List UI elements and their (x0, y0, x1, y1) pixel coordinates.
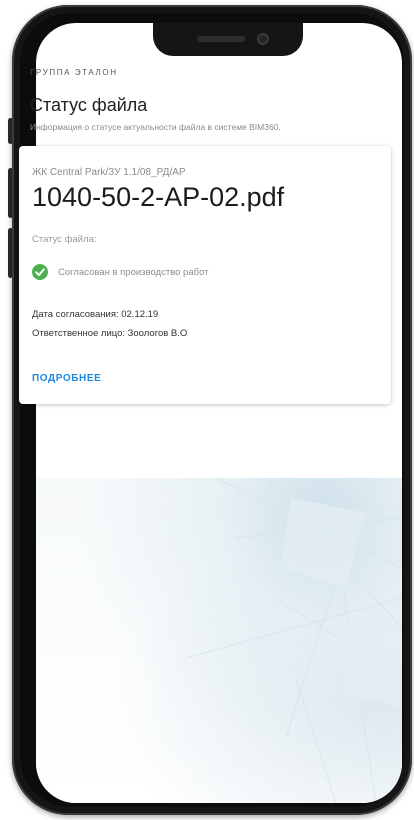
check-circle-icon (32, 264, 48, 280)
page-title: Статус файла (30, 95, 148, 115)
status-label: Статус файла: (32, 234, 97, 245)
notch (153, 23, 303, 56)
project-path: ЖК Central Park/ЗУ 1.1/08_РД/АР (32, 167, 186, 178)
file-status-card: ЖК Central Park/ЗУ 1.1/08_РД/АР 1040-50-… (19, 146, 391, 404)
page-subtitle: Информация о статусе актуальности файла … (30, 122, 281, 132)
group-label: ГРУППА ЭТАЛОН (30, 68, 118, 77)
details-button[interactable]: ПОДРОБНЕЕ (32, 373, 101, 384)
responsible-person: Ответственное лицо: Зоологов В.О (32, 328, 188, 339)
phone-screen (36, 23, 402, 803)
speaker-grille (197, 36, 245, 42)
approval-date: Дата согласования: 02.12.19 (32, 309, 159, 320)
front-camera (257, 33, 269, 45)
stage: ГРУППА ЭТАЛОН Статус файла Информация о … (0, 0, 414, 820)
file-name: 1040-50-2-AP-02.pdf (32, 182, 285, 212)
status-row: Согласован в производство работ (32, 264, 209, 280)
status-text: Согласован в производство работ (58, 266, 209, 278)
background-artwork (36, 478, 402, 803)
